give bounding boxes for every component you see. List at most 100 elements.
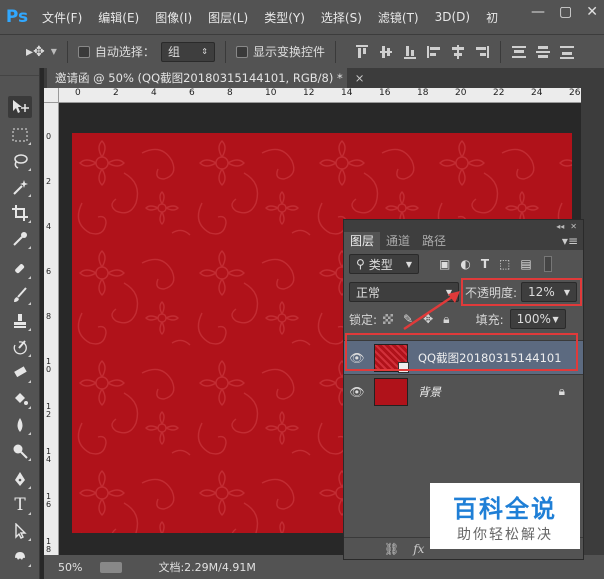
vertical-ruler[interactable]: 0 2 4 6 8 10 12 14 16 18 xyxy=(44,103,59,555)
document-tab-title: 邀请函 @ 50% (QQ截图20180315144101, RGB/8) * xyxy=(55,71,343,85)
align-hcenter-icon[interactable] xyxy=(450,44,466,60)
auto-select-value: 组 xyxy=(167,45,180,59)
chevron-down-icon[interactable]: ▼ xyxy=(552,315,558,324)
pen-tool-icon[interactable] xyxy=(8,468,32,490)
align-right-icon[interactable] xyxy=(474,44,490,60)
lock-transparent-icon[interactable] xyxy=(383,314,394,324)
watermark-title: 百科全说 xyxy=(453,494,557,523)
marquee-tool-icon[interactable] xyxy=(8,124,32,146)
chevron-down-icon[interactable]: ▼ xyxy=(51,47,57,56)
ruler-tick: 4 xyxy=(151,88,157,98)
close-window-button[interactable]: ✕ xyxy=(586,4,598,20)
show-transform-label: 显示变换控件 xyxy=(252,45,325,59)
tab-layers[interactable]: 图层 xyxy=(344,232,381,250)
move-tool-icon[interactable] xyxy=(8,96,32,118)
dodge-tool-icon[interactable] xyxy=(8,440,32,462)
history-brush-tool-icon[interactable] xyxy=(8,336,32,358)
auto-select-checkbox[interactable] xyxy=(77,45,90,58)
menu-file[interactable]: 文件(F) xyxy=(34,9,90,26)
horizontal-ruler[interactable]: 0 2 4 6 8 10 12 14 16 18 20 22 24 26 xyxy=(59,88,581,103)
vertical-scrollbar[interactable] xyxy=(581,88,604,555)
blur-tool-icon[interactable] xyxy=(8,414,32,436)
arrow-annotation-icon xyxy=(403,291,460,331)
filter-toggle[interactable] xyxy=(543,256,552,272)
ruler-tick: 22 xyxy=(493,88,505,98)
maximize-button[interactable]: ▢ xyxy=(559,4,572,20)
close-tab-icon[interactable]: × xyxy=(355,71,365,85)
menu-view[interactable]: 初 xyxy=(478,9,506,26)
ruler-tick: 26 xyxy=(569,88,581,98)
filter-type-dropdown[interactable]: ⚲ 类型 ▼ xyxy=(349,254,419,274)
filter-shape-icon[interactable]: ⬚ xyxy=(499,257,510,271)
menu-bar: Ps 文件(F) 编辑(E) 图像(I) 图层(L) 类型(Y) 选择(S) 滤… xyxy=(0,0,604,34)
document-tab[interactable]: 邀请函 @ 50% (QQ截图20180315144101, RGB/8) * … xyxy=(47,68,364,88)
ruler-tick: 10 xyxy=(46,357,52,374)
ruler-tick: 12 xyxy=(46,402,52,419)
divider xyxy=(499,40,501,63)
distribute-bottom-icon[interactable] xyxy=(559,44,575,60)
divider xyxy=(66,40,68,63)
healing-brush-tool-icon[interactable] xyxy=(8,258,32,280)
menu-filter[interactable]: 滤镜(T) xyxy=(370,9,427,26)
filter-smart-object-icon[interactable]: ▤ xyxy=(520,257,531,271)
paint-bucket-tool-icon[interactable] xyxy=(8,388,32,410)
highlight-layer xyxy=(345,333,578,371)
move-tool-icon[interactable]: ▸✥ xyxy=(26,44,45,60)
link-layers-icon[interactable]: ⛓︎ xyxy=(384,542,399,556)
crop-tool-icon[interactable] xyxy=(8,202,32,224)
fill-field[interactable]: 100% ▼ xyxy=(509,309,566,329)
auto-select-dropdown[interactable]: 组 ⇕ xyxy=(160,41,215,62)
custom-shape-tool-icon[interactable] xyxy=(8,546,32,568)
lasso-tool-icon[interactable] xyxy=(8,150,32,172)
eraser-tool-icon[interactable] xyxy=(8,362,32,384)
align-buttons xyxy=(354,44,490,60)
layer-thumbnail xyxy=(374,377,408,406)
eyedropper-tool-icon[interactable] xyxy=(8,228,32,250)
fill-value: 100% xyxy=(516,312,551,326)
menu-3d[interactable]: 3D(D) xyxy=(427,10,478,24)
align-top-icon[interactable] xyxy=(354,44,370,60)
panel-header: ◂◂ ✕ xyxy=(344,220,583,232)
document-info: 文档:2.29M/4.91M xyxy=(158,561,256,574)
ruler-tick: 6 xyxy=(46,267,52,276)
stepper-icon: ⇕ xyxy=(201,47,208,56)
fx-button[interactable]: fx xyxy=(413,542,424,556)
clone-stamp-tool-icon[interactable] xyxy=(8,310,32,332)
layer-row[interactable]: 👁︎ 背景 🔒︎ xyxy=(344,374,583,408)
ruler-tick: 14 xyxy=(46,447,52,464)
align-bottom-icon[interactable] xyxy=(402,44,418,60)
menu-image[interactable]: 图像(I) xyxy=(147,9,200,26)
photoshop-logo-icon: Ps xyxy=(5,7,29,27)
layer-name[interactable]: 背景 xyxy=(418,384,441,400)
distribute-vcenter-icon[interactable] xyxy=(535,44,551,60)
magic-wand-tool-icon[interactable] xyxy=(8,176,32,198)
tab-channels[interactable]: 通道 xyxy=(380,232,416,250)
ruler-origin[interactable] xyxy=(44,88,59,103)
show-transform-checkbox[interactable] xyxy=(235,45,248,58)
collapse-icon[interactable]: ◂◂ xyxy=(556,222,564,231)
align-vcenter-icon[interactable] xyxy=(378,44,394,60)
tab-paths[interactable]: 路径 xyxy=(416,232,452,250)
close-panel-icon[interactable]: ✕ xyxy=(570,222,577,231)
ruler-tick: 0 xyxy=(75,88,81,98)
ruler-tick: 18 xyxy=(46,537,52,554)
lock-label: 锁定: xyxy=(349,312,378,327)
distribute-top-icon[interactable] xyxy=(511,44,527,60)
menu-select[interactable]: 选择(S) xyxy=(313,9,370,26)
visibility-eye-icon[interactable]: 👁︎ xyxy=(344,385,370,399)
path-selection-tool-icon[interactable] xyxy=(8,520,32,542)
type-tool-icon[interactable]: T xyxy=(8,494,32,516)
align-left-icon[interactable] xyxy=(426,44,442,60)
menu-edit[interactable]: 编辑(E) xyxy=(90,9,147,26)
filter-pixel-icon[interactable]: ▣ xyxy=(439,257,450,271)
menu-type[interactable]: 类型(Y) xyxy=(256,9,313,26)
zoom-level[interactable]: 50% xyxy=(58,561,82,574)
minimize-button[interactable]: — xyxy=(531,4,545,20)
panel-menu-icon[interactable]: ▾≡ xyxy=(562,232,583,250)
filter-adjustment-icon[interactable]: ◐ xyxy=(460,257,470,271)
menu-layer[interactable]: 图层(L) xyxy=(200,9,256,26)
filter-type-icon[interactable]: T xyxy=(481,257,489,271)
doc-info-icon[interactable] xyxy=(100,561,123,573)
brush-tool-icon[interactable] xyxy=(8,284,32,306)
toolbar-grip[interactable] xyxy=(0,68,39,76)
